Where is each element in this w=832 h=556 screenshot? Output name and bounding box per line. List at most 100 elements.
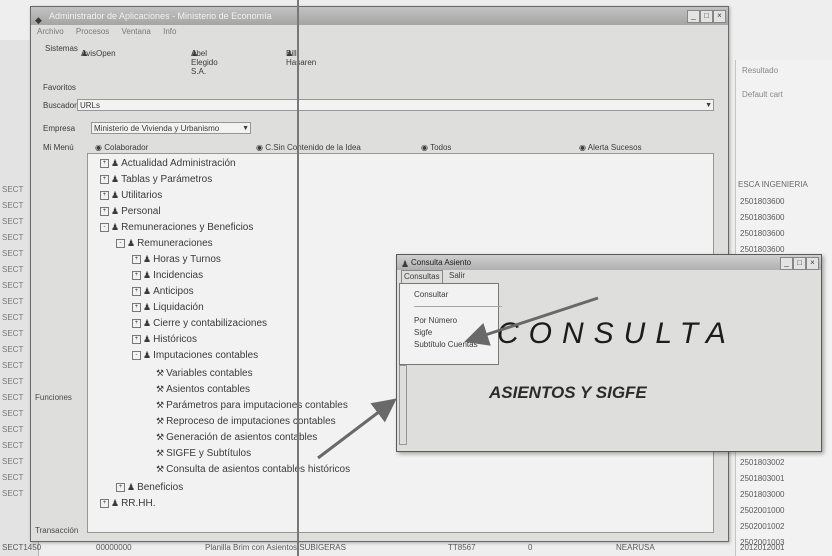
- background-cart-label: Default cart: [742, 90, 783, 99]
- expand-icon[interactable]: +: [132, 334, 141, 344]
- app-button-2-label: Abel Elegido S.A.: [191, 49, 218, 76]
- function-icon: ⚒: [156, 432, 165, 442]
- chevron-down-icon[interactable]: ▼: [705, 100, 712, 112]
- tree-node-label: RR.HH.: [121, 498, 156, 509]
- maximize-button[interactable]: □: [700, 10, 713, 23]
- tree-node[interactable]: + ♟ Cierre y contabilizaciones: [132, 318, 267, 329]
- expand-icon[interactable]: +: [100, 206, 109, 216]
- tree-node[interactable]: + ♟ Horas y Turnos: [132, 254, 221, 265]
- expand-icon[interactable]: +: [132, 318, 141, 328]
- tree-node[interactable]: - ♟ Remuneraciones y Beneficios: [100, 222, 253, 233]
- menu-item-consultar[interactable]: Consultar: [414, 290, 448, 299]
- collapse-icon[interactable]: -: [132, 350, 141, 360]
- radio-colaborador-label: Colaborador: [104, 143, 149, 152]
- radio-sin-contenido[interactable]: ◉ C.Sin Contenido de la Idea: [256, 143, 361, 152]
- background-row-code: SECT: [2, 265, 24, 274]
- tree-node[interactable]: ⚒ Parámetros para imputaciones contables: [156, 400, 348, 411]
- app-button-3-label: Bill Hasaren: [286, 49, 317, 67]
- background-row-code: SECT: [2, 441, 24, 450]
- node-person-icon: ♟: [143, 254, 152, 264]
- dialog-maximize-button[interactable]: □: [793, 257, 806, 270]
- tree-node[interactable]: + ♟ Incidencias: [132, 270, 203, 281]
- empresa-label: Empresa: [43, 124, 76, 133]
- tree-node[interactable]: - ♟ Imputaciones contables: [132, 350, 258, 361]
- menu-info[interactable]: Info: [163, 27, 176, 36]
- tree-node[interactable]: + ♟ Anticipos: [132, 286, 194, 297]
- background-status-cell: 00000000: [96, 543, 132, 552]
- tree-node[interactable]: + ♟ Beneficios: [116, 482, 183, 493]
- background-row-code: SECT: [2, 329, 24, 338]
- tree-node-label: Incidencias: [153, 270, 204, 281]
- background-row-code: SECT: [2, 377, 24, 386]
- expand-icon[interactable]: +: [132, 254, 141, 264]
- node-person-icon: ♟: [111, 158, 120, 168]
- background-status-cell: 0: [528, 543, 533, 552]
- expand-icon[interactable]: +: [100, 158, 109, 168]
- menu-item-subtitulo-cuentas[interactable]: Subtítulo Cuentas: [414, 340, 478, 349]
- main-titlebar: ◆ Administrador de Aplicaciones - Minist…: [31, 7, 728, 25]
- minimize-button[interactable]: _: [687, 10, 700, 23]
- tree-node[interactable]: ⚒ Variables contables: [156, 368, 253, 379]
- tree-node-label: Históricos: [153, 334, 197, 345]
- radio-todos-label: Todos: [430, 143, 452, 152]
- background-row-code: SECT: [2, 489, 24, 498]
- tree-node[interactable]: ⚒ Consulta de asientos contables históric…: [156, 464, 350, 475]
- background-status-cell: SECT1450: [2, 543, 42, 552]
- dialog-menu-consultas[interactable]: Consultas: [401, 270, 443, 284]
- tree-node[interactable]: + ♟ RR.HH.: [100, 498, 156, 509]
- radio-colaborador[interactable]: ◉ Colaborador: [95, 143, 148, 152]
- background-row-code: SECT: [2, 457, 24, 466]
- function-icon: ⚒: [156, 448, 165, 458]
- tree-node[interactable]: ⚒ SIGFE y Subtítulos: [156, 448, 251, 459]
- expand-icon[interactable]: +: [100, 174, 109, 184]
- tree-node[interactable]: ⚒ Reproceso de imputaciones contables: [156, 416, 336, 427]
- tree-node[interactable]: + ♟ Actualidad Administración: [100, 158, 236, 169]
- tree-node-label: SIGFE y Subtítulos: [166, 448, 252, 459]
- close-button[interactable]: ×: [713, 10, 726, 23]
- tree-node-label: Personal: [121, 206, 161, 217]
- dialog-minimize-button[interactable]: _: [780, 257, 793, 270]
- menu-ventana[interactable]: Ventana: [122, 27, 151, 36]
- background-status-row: SECT1450 00000000 Planilla Brim con Asient…: [0, 540, 832, 556]
- tree-node[interactable]: + ♟ Utilitarios: [100, 190, 162, 201]
- collapse-icon[interactable]: -: [100, 222, 109, 232]
- tree-node[interactable]: + ♟ Liquidación: [132, 302, 204, 313]
- background-status-cell: TT8567: [448, 543, 476, 552]
- tree-node[interactable]: + ♟ Tablas y Parámetros: [100, 174, 212, 185]
- radio-alerta[interactable]: ◉ Alerta Sucesos: [579, 143, 642, 152]
- expand-icon[interactable]: +: [132, 286, 141, 296]
- tree-node-label: Parámetros para imputaciones contables: [166, 400, 348, 411]
- expand-icon[interactable]: +: [116, 482, 125, 492]
- expand-icon[interactable]: +: [100, 190, 109, 200]
- empresa-select[interactable]: Ministerio de Vivienda y Urbanismo ▼: [91, 122, 251, 134]
- menu-item-por-numero[interactable]: Por Número: [414, 316, 457, 325]
- expand-icon[interactable]: +: [100, 498, 109, 508]
- dialog-menu-salir[interactable]: Salir: [449, 270, 465, 282]
- chevron-down-icon[interactable]: ▼: [242, 123, 249, 135]
- expand-icon[interactable]: +: [132, 270, 141, 280]
- node-person-icon: ♟: [143, 334, 152, 344]
- node-person-icon: ♟: [127, 238, 136, 248]
- background-row-code: SECT: [2, 201, 24, 210]
- background-row-code: SECT: [2, 425, 24, 434]
- dialog-title: Consulta Asiento: [411, 258, 472, 267]
- tree-node-label: Asientos contables: [166, 384, 251, 395]
- tree-node[interactable]: + ♟ Históricos: [132, 334, 197, 345]
- tree-node[interactable]: ⚒ Asientos contables: [156, 384, 250, 395]
- expand-icon[interactable]: +: [132, 302, 141, 312]
- node-person-icon: ♟: [111, 206, 120, 216]
- dialog-close-button[interactable]: ×: [806, 257, 819, 270]
- tree-node[interactable]: + ♟ Personal: [100, 206, 161, 217]
- favoritos-label[interactable]: Favoritos: [43, 83, 76, 92]
- collapse-icon[interactable]: -: [116, 238, 125, 248]
- tree-node[interactable]: ⚒ Generación de asientos contables: [156, 432, 317, 443]
- radio-todos[interactable]: ◉ Todos: [421, 143, 451, 152]
- tree-node[interactable]: - ♟ Remuneraciones: [116, 238, 213, 249]
- menu-procesos[interactable]: Procesos: [76, 27, 109, 36]
- menu-item-sigfe[interactable]: Sigfe: [414, 328, 432, 337]
- tree-node-label: Variables contables: [166, 368, 253, 379]
- vertical-divider: [297, 0, 299, 556]
- buscador-input[interactable]: URLs ▼: [77, 99, 714, 111]
- tree-node-label: Anticipos: [153, 286, 194, 297]
- background-cell: 2501803000: [740, 490, 785, 499]
